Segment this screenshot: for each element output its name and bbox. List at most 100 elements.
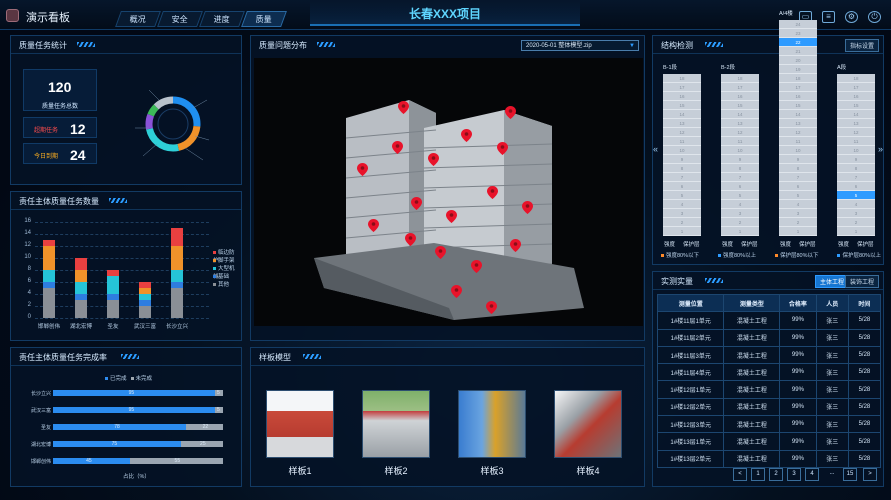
floor-cell[interactable]: 23 [779,29,817,38]
document-icon[interactable]: ≡ [822,11,835,23]
sample-model-1[interactable] [266,390,334,458]
floor-cell[interactable]: 19 [779,65,817,74]
power-icon[interactable]: ⏻ [868,11,881,23]
floor-cell[interactable]: 1 [779,227,817,236]
floor-cell[interactable]: 21 [779,47,817,56]
floor-cell[interactable]: 22 [779,38,817,47]
floor-cell[interactable]: 9 [721,155,759,164]
floor-cell[interactable]: 3 [837,209,875,218]
floor-cell[interactable]: 13 [779,119,817,128]
decoration-works-button[interactable]: 装饰工程 [844,275,879,288]
table-row[interactable]: 1#楼13层1单元 混凝土工程 99% 张三 5/28 [656,432,882,451]
floor-cell[interactable]: 17 [779,83,817,92]
floor-cell[interactable]: 11 [779,137,817,146]
tab-overview[interactable]: 概况 [115,11,161,27]
floor-cell[interactable]: 6 [663,182,701,191]
floor-cell[interactable]: 14 [721,110,759,119]
location-pin-icon[interactable] [411,197,422,210]
structure-column[interactable]: 18 17 16 15 14 13 12 11 10 9 8 7 6 5 4 3 2 1 [837,74,875,236]
location-pin-icon[interactable] [446,210,457,223]
floor-cell[interactable]: 18 [721,74,759,83]
floor-cell[interactable]: 5 [837,191,875,200]
structure-column[interactable]: 18 17 16 15 14 13 12 11 10 9 8 7 6 5 4 3 2 1 [663,74,701,236]
floor-cell[interactable]: 9 [779,155,817,164]
location-pin-icon[interactable] [435,246,446,259]
floor-cell[interactable]: 6 [779,182,817,191]
structure-column[interactable]: 18 17 16 15 14 13 12 11 10 9 8 7 6 5 4 3 2 1 [721,74,759,236]
table-row[interactable]: 1#楼11层4单元 混凝土工程 99% 张三 5/28 [656,363,882,382]
avatar[interactable] [6,9,19,22]
floor-cell[interactable]: 14 [837,110,875,119]
floor-cell[interactable]: 5 [721,191,759,200]
floor-cell[interactable]: 4 [721,200,759,209]
table-row[interactable]: 1#楼13层2单元 混凝土工程 99% 张三 5/28 [656,449,882,468]
floor-cell[interactable]: 17 [721,83,759,92]
model-select[interactable]: 2020-05-01 整体模型.zip ▼ [521,40,639,51]
floor-cell[interactable]: 18 [663,74,701,83]
location-pin-icon[interactable] [392,141,403,154]
location-pin-icon[interactable] [510,239,521,252]
page-button[interactable]: 4 [805,468,819,481]
floor-cell[interactable]: 16 [779,92,817,101]
settings-icon[interactable]: ⚙ [845,11,858,23]
floor-cell[interactable]: 12 [663,128,701,137]
location-pin-icon[interactable] [368,219,379,232]
floor-cell[interactable]: 15 [779,101,817,110]
location-pin-icon[interactable] [505,106,516,119]
floor-cell[interactable]: 6 [721,182,759,191]
table-row[interactable]: 1#楼11层3单元 混凝土工程 99% 张三 5/28 [656,345,882,365]
location-pin-icon[interactable] [461,129,472,142]
floor-cell[interactable]: 12 [721,128,759,137]
location-pin-icon[interactable] [398,101,409,114]
floor-cell[interactable]: 24 [779,20,817,29]
sample-model-3[interactable] [458,390,526,458]
sample-model-2[interactable] [362,390,430,458]
floor-cell[interactable]: 7 [663,173,701,182]
floor-cell[interactable]: 16 [837,92,875,101]
floor-cell[interactable]: 2 [837,218,875,227]
floor-cell[interactable]: 13 [663,119,701,128]
location-pin-icon[interactable] [357,163,368,176]
building-model-view[interactable] [254,58,643,326]
chevron-left-icon[interactable]: « [653,144,658,154]
floor-cell[interactable]: 4 [779,200,817,209]
floor-cell[interactable]: 4 [837,200,875,209]
floor-cell[interactable]: 7 [721,173,759,182]
table-row[interactable]: 1#楼12层3单元 混凝土工程 99% 张三 5/28 [656,415,882,434]
floor-cell[interactable]: 3 [779,209,817,218]
floor-cell[interactable]: 3 [721,209,759,218]
chevron-right-icon[interactable]: » [878,144,883,154]
tab-safety[interactable]: 安全 [157,11,203,27]
page-button[interactable]: 1 [751,468,765,481]
location-pin-icon[interactable] [522,201,533,214]
floor-cell[interactable]: 11 [721,137,759,146]
sample-model-4[interactable] [554,390,622,458]
floor-cell[interactable]: 18 [837,74,875,83]
floor-cell[interactable]: 20 [779,56,817,65]
floor-cell[interactable]: 1 [721,227,759,236]
floor-cell[interactable]: 2 [779,218,817,227]
location-pin-icon[interactable] [451,285,462,298]
tab-quality[interactable]: 质量 [241,11,287,27]
floor-cell[interactable]: 6 [837,182,875,191]
floor-cell[interactable]: 15 [721,101,759,110]
floor-cell[interactable]: 2 [721,218,759,227]
page-button[interactable]: > [863,468,877,481]
floor-cell[interactable]: 9 [663,155,701,164]
floor-cell[interactable]: 11 [837,137,875,146]
table-row[interactable]: 1#楼12层1单元 混凝土工程 99% 张三 5/28 [656,380,882,399]
floor-cell[interactable]: 1 [837,227,875,236]
floor-cell[interactable]: 10 [837,146,875,155]
floor-cell[interactable]: 10 [779,146,817,155]
floor-cell[interactable]: 8 [721,164,759,173]
location-pin-icon[interactable] [471,260,482,273]
floor-cell[interactable]: 12 [779,128,817,137]
floor-cell[interactable]: 12 [837,128,875,137]
floor-cell[interactable]: 16 [721,92,759,101]
tab-progress[interactable]: 进度 [199,11,245,27]
floor-cell[interactable]: 17 [663,83,701,92]
floor-cell[interactable]: 1 [663,227,701,236]
floor-cell[interactable]: 2 [663,218,701,227]
page-button[interactable]: 2 [769,468,783,481]
table-row[interactable]: 1#楼11层1单元 混凝土工程 99% 张三 5/28 [656,311,882,330]
